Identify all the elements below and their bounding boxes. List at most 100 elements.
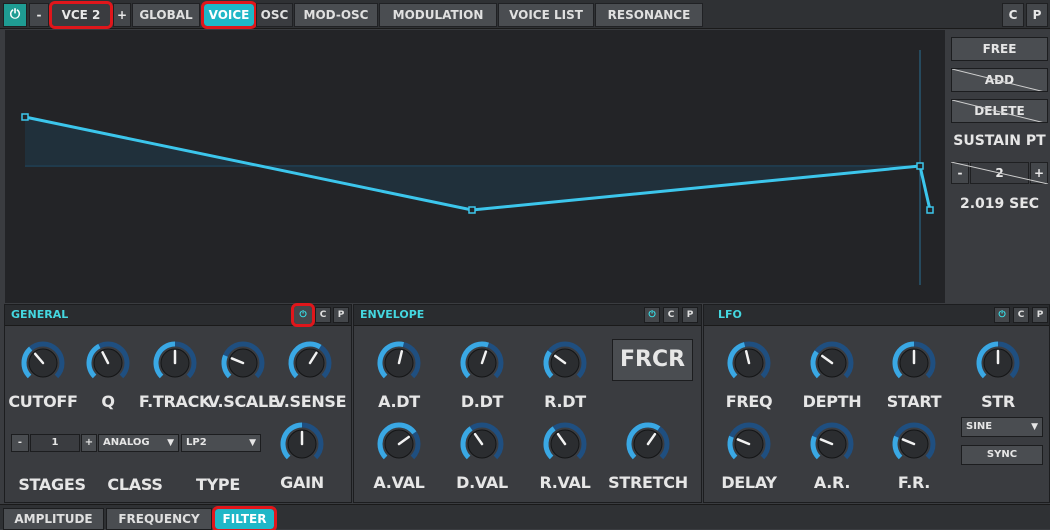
lfo-a-r-knob[interactable] <box>809 421 855 467</box>
lfo-freq-knob[interactable] <box>726 340 772 386</box>
stages-decrement-button[interactable]: - <box>11 434 29 452</box>
sustain-point-stepper[interactable]: - 2 + <box>951 162 1048 184</box>
voice-prev-button[interactable]: - <box>29 3 49 27</box>
lfo-shape-value: SINE <box>966 421 993 432</box>
envelope-fill <box>25 117 920 210</box>
envelope-paste-button[interactable]: P <box>682 307 698 323</box>
general-cutoff-knob[interactable] <box>20 340 66 386</box>
lfo-str-knob[interactable] <box>975 340 1021 386</box>
frcr-button[interactable]: FRCR <box>612 339 693 381</box>
lfo-shape-dropdown[interactable]: SINE ▼ <box>961 417 1043 437</box>
general-v-scale-knob[interactable] <box>220 340 266 386</box>
general-power-icon[interactable]: ⏻ <box>291 303 315 327</box>
lfo-header: LFO ⏻ C P <box>704 305 1049 326</box>
envelope-header: ENVELOPE ⏻ C P <box>354 305 701 326</box>
lfo-start-label: START <box>886 392 942 411</box>
tab-osc[interactable]: OSC <box>256 3 293 27</box>
lfo-copy-button[interactable]: C <box>1013 307 1029 323</box>
general-copy-button[interactable]: C <box>315 307 331 323</box>
sustain-point-label: SUSTAIN PT <box>953 133 1046 149</box>
copy-button[interactable]: C <box>1002 3 1024 27</box>
tab-voice-list[interactable]: VOICE LIST <box>498 3 594 27</box>
envelope-a-dt-label: A.DT <box>378 392 420 411</box>
paste-button[interactable]: P <box>1026 3 1048 27</box>
lfo-sync-button[interactable]: SYNC <box>961 445 1043 465</box>
envelope-d-val-label: D.VAL <box>456 473 508 492</box>
top-bar: ⏻ - VCE 2 + GLOBAL VOICE OSC MOD-OSC MOD… <box>0 0 1050 29</box>
add-button[interactable]: ADD <box>951 68 1048 92</box>
lfo-freq-label: FREQ <box>725 392 773 411</box>
chevron-down-icon: ▼ <box>167 438 174 448</box>
envelope-a-dt-knob[interactable] <box>376 340 422 386</box>
type-dropdown[interactable]: LP2 ▼ <box>181 434 261 452</box>
envelope-d-dt-label: D.DT <box>460 392 504 411</box>
disabled-strike-icon <box>952 69 1043 91</box>
general-gain-knob[interactable] <box>279 421 325 467</box>
lfo-delay-knob[interactable] <box>726 421 772 467</box>
general-v-sense-knob[interactable] <box>287 340 333 386</box>
envelope-r-val-label: R.VAL <box>539 473 591 492</box>
envelope-point-2[interactable] <box>468 206 476 214</box>
envelope-point-3[interactable] <box>916 162 924 170</box>
envelope-title: ENVELOPE <box>360 308 425 321</box>
tab-resonance[interactable]: RESONANCE <box>595 3 703 27</box>
general-q-knob[interactable] <box>85 340 131 386</box>
tab-amplitude[interactable]: AMPLITUDE <box>3 508 104 530</box>
general-title: GENERAL <box>11 308 69 321</box>
lfo-f-r-label: F.R. <box>897 473 931 492</box>
type-value: LP2 <box>186 437 207 448</box>
tab-global[interactable]: GLOBAL <box>132 3 200 27</box>
envelope-point-4[interactable] <box>926 206 934 214</box>
lfo-a-r-label: A.R. <box>813 473 851 492</box>
lfo-power-icon[interactable]: ⏻ <box>994 307 1010 323</box>
bottom-tab-bar: AMPLITUDE FREQUENCY FILTER <box>0 504 1050 530</box>
envelope-graph[interactable] <box>5 30 945 303</box>
free-button[interactable]: FREE <box>951 37 1048 61</box>
lfo-title: LFO <box>718 308 742 321</box>
class-dropdown[interactable]: ANALOG ▼ <box>98 434 179 452</box>
envelope-r-dt-knob[interactable] <box>542 340 588 386</box>
tab-filter[interactable]: FILTER <box>212 506 277 530</box>
class-label: CLASS <box>107 475 163 494</box>
envelope-d-val-knob[interactable] <box>459 421 505 467</box>
lfo-depth-label: DEPTH <box>802 392 862 411</box>
delete-button[interactable]: DELETE <box>951 99 1048 123</box>
envelope-r-val-knob[interactable] <box>542 421 588 467</box>
tab-mod-osc[interactable]: MOD-OSC <box>294 3 378 27</box>
lfo-str-label: STR <box>981 392 1015 411</box>
disabled-strike-icon <box>952 100 1043 122</box>
general-f-track-knob[interactable] <box>152 340 198 386</box>
voice-name-display[interactable]: VCE 2 <box>49 1 113 29</box>
tab-frequency[interactable]: FREQUENCY <box>106 508 212 530</box>
lfo-depth-knob[interactable] <box>809 340 855 386</box>
lfo-paste-button[interactable]: P <box>1032 307 1048 323</box>
time-readout: 2.019 SEC <box>959 196 1040 212</box>
envelope-power-icon[interactable]: ⏻ <box>644 307 660 323</box>
disabled-strike-icon <box>951 162 1048 184</box>
chevron-down-icon: ▼ <box>1031 422 1038 432</box>
envelope-stretch-label: STRETCH <box>608 473 688 492</box>
stages-label: STAGES <box>18 475 86 494</box>
lfo-start-knob[interactable] <box>891 340 937 386</box>
general-panel: GENERAL ⏻ C P CUTOFF Q F.TRACK V.SCALE V… <box>4 303 352 503</box>
envelope-a-val-label: A.VAL <box>373 473 425 492</box>
voice-next-button[interactable]: + <box>113 3 131 27</box>
stages-value[interactable]: 1 <box>30 434 80 452</box>
tab-voice[interactable]: VOICE <box>201 1 257 29</box>
envelope-graph-svg[interactable] <box>5 30 945 303</box>
lfo-f-r-knob[interactable] <box>891 421 937 467</box>
envelope-stretch-knob[interactable] <box>625 421 671 467</box>
envelope-d-dt-knob[interactable] <box>459 340 505 386</box>
power-icon[interactable]: ⏻ <box>3 3 27 27</box>
envelope-point-1[interactable] <box>21 113 29 121</box>
type-label: TYPE <box>196 475 240 494</box>
general-paste-button[interactable]: P <box>333 307 349 323</box>
general-gain-label: GAIN <box>280 473 324 492</box>
tab-modulation[interactable]: MODULATION <box>379 3 497 27</box>
stages-increment-button[interactable]: + <box>81 434 97 452</box>
envelope-panel: ENVELOPE ⏻ C P A.DT D.DT R.DT A.VAL D.VA… <box>353 304 702 503</box>
lfo-panel: LFO ⏻ C P FREQ DEPTH START STR DELAY A.R… <box>703 304 1050 503</box>
general-v-sense-label: V.SENSE <box>273 392 347 411</box>
envelope-copy-button[interactable]: C <box>663 307 679 323</box>
envelope-a-val-knob[interactable] <box>376 421 422 467</box>
